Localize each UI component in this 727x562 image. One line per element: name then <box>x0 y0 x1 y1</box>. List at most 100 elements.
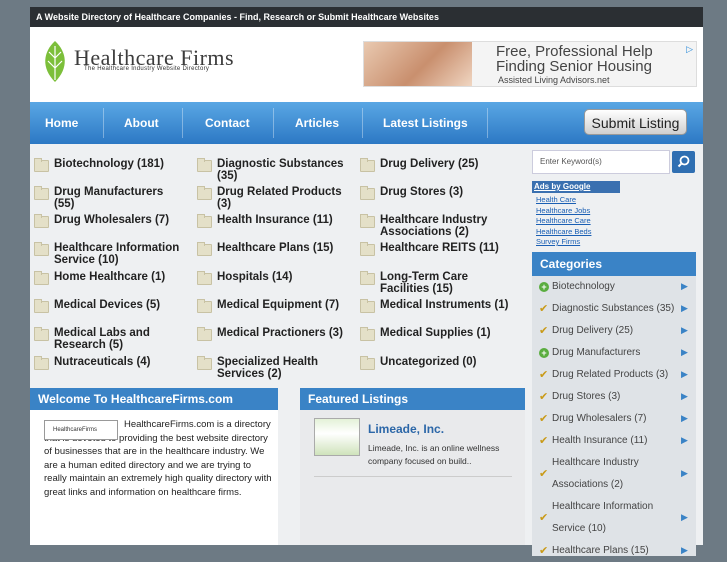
plus-icon: + <box>539 282 549 292</box>
chevron-right-icon: ▶ <box>681 325 688 335</box>
category-label: Nutraceuticals (4) <box>54 356 151 368</box>
welcome-logo: HealthcareFirms <box>44 420 118 440</box>
welcome-heading: Welcome To HealthcareFirms.com <box>30 388 278 410</box>
nav-home[interactable]: Home <box>45 102 78 144</box>
site-header: Healthcare Firms The Healthcare Industry… <box>30 27 703 102</box>
chevron-right-icon: ▶ <box>681 281 688 291</box>
chevron-right-icon: ▶ <box>681 303 688 313</box>
check-icon: ✔ <box>539 435 549 447</box>
categories-heading: Categories <box>532 252 696 276</box>
sidebar-category-label: Healthcare Industry Associations (2) <box>552 457 639 490</box>
category-label: Biotechnology (181) <box>54 158 164 170</box>
leaf-logo-icon <box>45 41 65 82</box>
ad-link[interactable]: Survey Firms <box>536 237 591 248</box>
folder-icon <box>360 356 375 370</box>
senior-housing-ad[interactable]: Free, Professional Help Finding Senior H… <box>363 41 697 87</box>
chevron-right-icon: ▶ <box>681 413 688 423</box>
ad-link[interactable]: Healthcare Beds <box>536 227 591 238</box>
folder-icon <box>34 299 49 313</box>
sidebar-category-item[interactable]: ✔ Drug Related Products (3) ▶ <box>532 364 696 386</box>
sidebar-category-item[interactable]: ✔ Healthcare Plans (15) ▶ <box>532 540 696 562</box>
ad-link[interactable]: Health Care <box>536 195 591 206</box>
welcome-panel: HealthcareFirms.com is a directory that … <box>30 410 278 545</box>
ad-link[interactable]: Healthcare Care <box>536 216 591 227</box>
folder-icon <box>34 186 49 200</box>
nav-divider <box>273 108 274 138</box>
category-label: Healthcare Information Service (10) <box>54 242 180 266</box>
nav-articles[interactable]: Articles <box>295 102 339 144</box>
folder-icon <box>34 271 49 285</box>
sidebar-category-label: Diagnostic Substances (35) <box>552 303 675 314</box>
sidebar-category-item[interactable]: ✔ Drug Wholesalers (7) ▶ <box>532 408 696 430</box>
folder-icon <box>197 158 212 172</box>
search-button[interactable] <box>672 151 695 173</box>
ads-by-google-label[interactable]: Ads by Google <box>532 181 620 193</box>
sidebar-category-label: Drug Wholesalers (7) <box>552 413 647 424</box>
folder-icon <box>34 356 49 370</box>
submit-listing-button[interactable]: Submit Listing <box>584 109 687 135</box>
featured-divider <box>314 476 512 477</box>
sidebar-category-item[interactable]: ✔ Diagnostic Substances (35) ▶ <box>532 298 696 320</box>
chevron-right-icon: ▶ <box>681 512 688 522</box>
chevron-right-icon: ▶ <box>681 369 688 379</box>
ad-link[interactable]: Healthcare Jobs <box>536 206 591 217</box>
category-label: Medical Devices (5) <box>54 299 161 311</box>
category-label: Drug Stores (3) <box>380 186 464 198</box>
featured-description: Limeade, Inc. is an online wellness comp… <box>368 443 500 466</box>
sidebar-category-item[interactable]: ✔ Health Insurance (11) ▶ <box>532 430 696 452</box>
featured-title-link[interactable]: Limeade, Inc. <box>368 422 444 436</box>
check-icon: ✔ <box>539 391 549 403</box>
folder-icon <box>197 299 212 313</box>
google-ad-links: Health Care Healthcare Jobs Healthcare C… <box>536 195 591 248</box>
ad-photo[interactable] <box>364 42 472 86</box>
adchoices-icon[interactable]: ▷ <box>686 44 693 55</box>
nav-divider <box>103 108 104 138</box>
folder-icon <box>360 327 375 341</box>
sidebar-category-item[interactable]: ✔ Healthcare Industry Associations (2) ▶ <box>532 452 696 496</box>
folder-icon <box>360 242 375 256</box>
nav-about[interactable]: About <box>124 102 159 144</box>
main-nav: Home About Contact Articles Latest Listi… <box>30 102 703 144</box>
nav-contact[interactable]: Contact <box>205 102 250 144</box>
folder-icon <box>34 214 49 228</box>
featured-thumbnail[interactable] <box>314 418 360 456</box>
ad-source[interactable]: Assisted Living Advisors.net <box>498 75 610 85</box>
sidebar-category-item[interactable]: ✔ Drug Stores (3) ▶ <box>532 386 696 408</box>
category-label: Healthcare Industry Associations (2) <box>380 214 488 238</box>
folder-icon <box>197 214 212 228</box>
main-content: Biotechnology (181) Diagnostic Substances… <box>30 144 703 557</box>
category-label: Medical Practioners (3) <box>217 327 343 339</box>
sidebar-category-item[interactable]: + Drug Manufacturers ▶ <box>532 342 696 364</box>
sidebar-category-item[interactable]: + Biotechnology ▶ <box>532 276 696 298</box>
category-label: Specialized Health Services (2) <box>217 356 318 380</box>
check-icon: ✔ <box>539 325 549 337</box>
sidebar-category-label: Biotechnology <box>552 281 615 292</box>
category-label: Long-Term Care Facilities (15) <box>380 271 468 295</box>
sidebar-category-item[interactable]: ✔ Drug Delivery (25) ▶ <box>532 320 696 342</box>
chevron-right-icon: ▶ <box>681 545 688 555</box>
site-logo-tagline: The Healthcare Industry Website Director… <box>84 66 210 72</box>
sidebar-category-label: Drug Related Products (3) <box>552 369 669 380</box>
folder-icon <box>360 299 375 313</box>
folder-icon <box>34 242 49 256</box>
nav-latest-listings[interactable]: Latest Listings <box>383 102 468 144</box>
folder-icon <box>34 158 49 172</box>
sidebar-category-item[interactable]: ✔ Healthcare Information Service (10) ▶ <box>532 496 696 540</box>
folder-icon <box>34 327 49 341</box>
featured-panel: Limeade, Inc. Limeade, Inc. is an online… <box>300 410 525 545</box>
category-label: Diagnostic Substances (35) <box>217 158 344 182</box>
folder-icon <box>197 327 212 341</box>
sidebar-category-label: Drug Manufacturers <box>552 347 641 358</box>
category-label: Drug Related Products (3) <box>217 186 342 210</box>
search-icon <box>677 155 690 168</box>
folder-icon <box>197 271 212 285</box>
category-label: Drug Delivery (25) <box>380 158 479 170</box>
ad-headline-2[interactable]: Finding Senior Housing <box>496 58 652 75</box>
folder-icon <box>360 186 375 200</box>
chevron-right-icon: ▶ <box>681 468 688 478</box>
sidebar-category-label: Healthcare Plans (15) <box>552 545 649 556</box>
category-label: Drug Manufacturers (55) <box>54 186 164 210</box>
check-icon: ✔ <box>539 369 549 381</box>
search-input[interactable]: Enter Keyword(s) <box>532 150 670 174</box>
folder-icon <box>197 186 212 200</box>
